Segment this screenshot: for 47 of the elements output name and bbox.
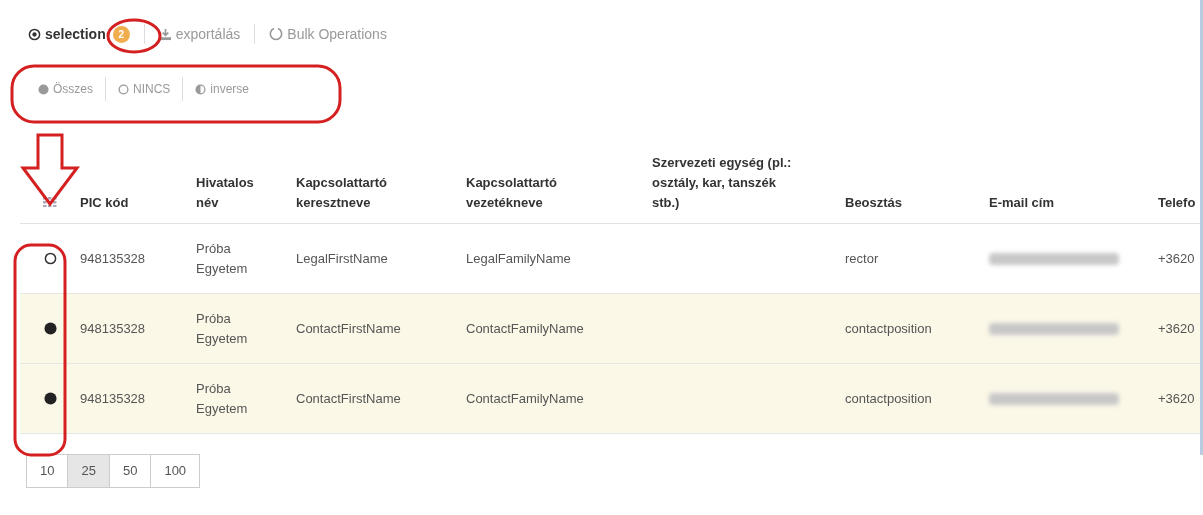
annotation-ellipse — [106, 18, 162, 54]
table-cell: ContactFirstName — [296, 320, 401, 336]
table-cell: +3620 — [1158, 320, 1195, 336]
table-cell: Próba Egyetem — [196, 310, 248, 346]
table-cell: Próba Egyetem — [196, 240, 248, 276]
column-header: Kapcsolattartó vezetékneve — [466, 174, 559, 212]
table-cell: LegalFirstName — [296, 250, 388, 266]
count-badge: 2 — [112, 25, 130, 43]
table-cell: ContactFirstName — [296, 390, 401, 406]
column-header: Szervezeti egység (pl.: osztály, kar, tanszék stb.) — [652, 154, 793, 212]
tab-label: selection — [45, 24, 106, 44]
table-cell: rector — [845, 250, 879, 266]
radio-button[interactable] — [43, 392, 57, 405]
table-cell: ContactFamilyName — [466, 390, 584, 406]
tab-label: Bulk Operations — [287, 24, 387, 44]
column-header: PIC kód — [80, 194, 130, 212]
column-header: Telefo — [1158, 194, 1197, 212]
circle-icon — [118, 83, 129, 95]
column-header: E-mail cím — [989, 194, 1056, 212]
column-header: Beosztás — [845, 194, 904, 212]
table-cell: ContactFamilyName — [466, 320, 584, 336]
half-circle-icon — [195, 83, 207, 95]
table-cell: 948135328 — [80, 390, 146, 406]
column-header: Hivatalos név — [196, 174, 255, 212]
target-icon — [28, 27, 41, 41]
column-header: Kapcsolattartó keresztneve — [296, 174, 389, 212]
table-cell: contactposition — [845, 320, 932, 336]
table-row[interactable]: 948135328 Próba Egyetem ContactFirstName ContactFamilyName contactposition +3620 — [20, 364, 1203, 434]
filled-circle-icon — [38, 83, 49, 95]
table-cell: LegalFamilyName — [466, 250, 571, 266]
table-cell: Próba Egyetem — [196, 380, 248, 416]
table-cell: contactposition — [845, 390, 932, 406]
grid-icon[interactable] — [43, 197, 57, 207]
table-cell: +3620 — [1158, 390, 1195, 406]
table-cell: +3620 — [1158, 250, 1195, 266]
page-size-button[interactable]: 25 — [67, 454, 110, 488]
radio-button[interactable] — [43, 322, 57, 335]
tab-label: exportálás — [175, 24, 241, 44]
table-cell: 948135328 — [80, 320, 146, 336]
tab[interactable]: selection 2 — [28, 23, 130, 45]
page-size-button[interactable]: 100 — [150, 454, 201, 488]
table-cell: 948135328 — [80, 250, 146, 266]
table-row[interactable]: 948135328 Próba Egyetem ContactFirstName ContactFamilyName contactposition +3620 — [20, 294, 1203, 364]
radio-button[interactable] — [43, 252, 57, 265]
page-size-button[interactable]: 10 — [26, 454, 69, 488]
download-icon — [158, 27, 172, 41]
page-size-button[interactable]: 50 — [108, 454, 152, 488]
